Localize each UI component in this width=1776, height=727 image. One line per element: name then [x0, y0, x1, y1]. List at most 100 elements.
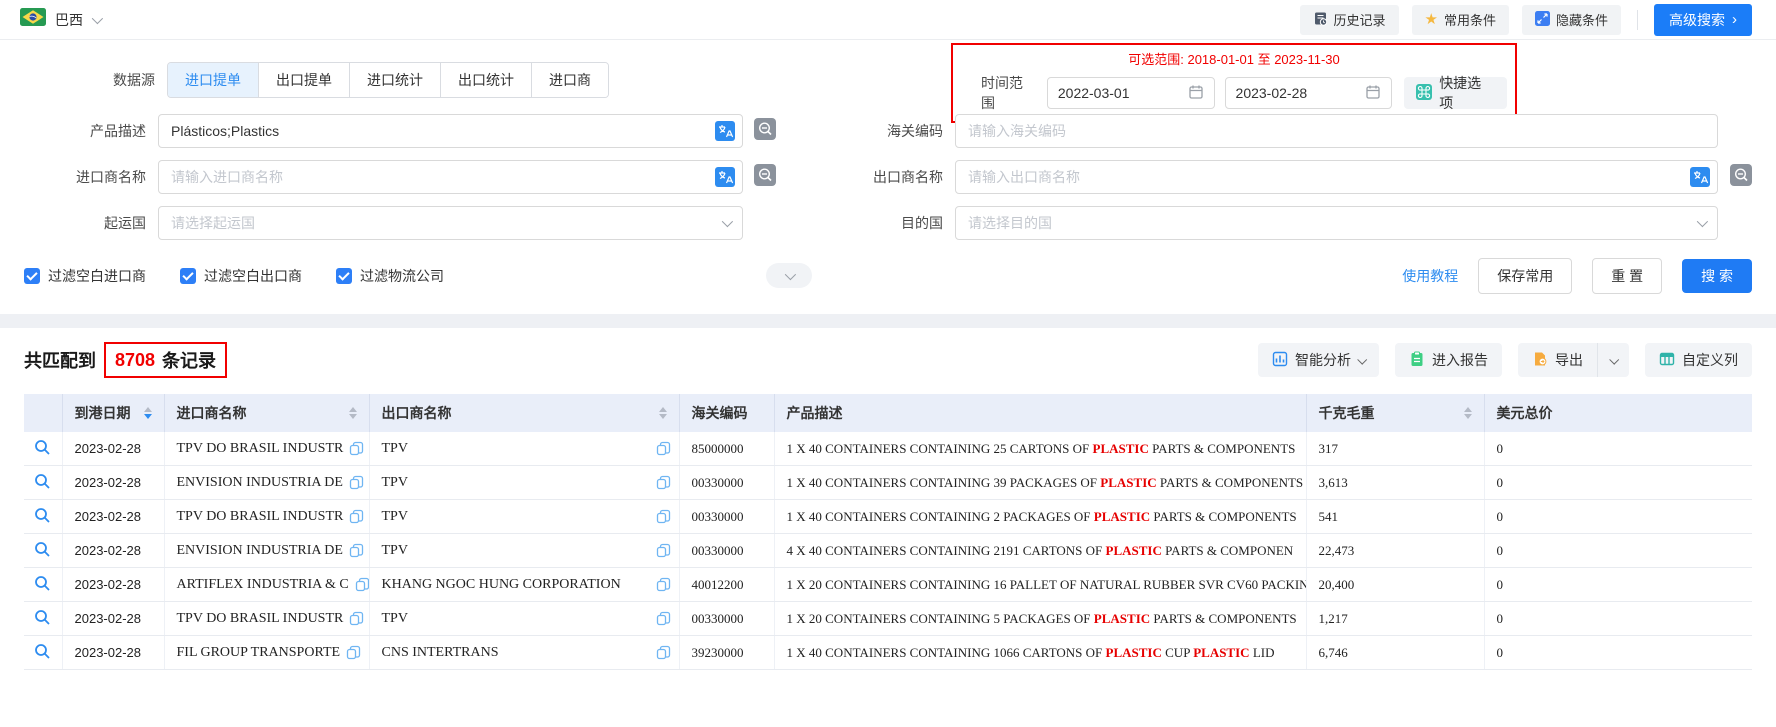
row-detail-search-icon[interactable] [34, 541, 51, 558]
cell-exporter: TPV [381, 508, 408, 524]
hide-conditions-button[interactable]: 隐藏条件 [1521, 4, 1621, 35]
cell-arrival-date: 2023-02-28 [62, 533, 165, 568]
table-row: 2023-02-28 TPV DO BRASIL INDUSTR TPV 850… [24, 432, 1752, 466]
arrow-right-icon: › [1732, 11, 1737, 28]
country-selector[interactable]: 巴西 [20, 8, 104, 31]
sort-icon[interactable] [143, 407, 152, 419]
filter-logistics[interactable]: 过滤物流公司 [336, 266, 444, 286]
brazil-flag-icon [20, 8, 46, 31]
copy-icon[interactable] [656, 577, 671, 592]
copy-icon[interactable] [349, 543, 364, 558]
row-detail-search-icon[interactable] [34, 643, 51, 660]
reset-button[interactable]: 重 置 [1592, 258, 1663, 294]
search-panel: 数据源 进口提单 出口提单 进口统计 出口统计 进口商 可选范围: 2018-0… [0, 40, 1776, 328]
header-arrival-date[interactable]: 到港日期 [62, 394, 165, 432]
copy-icon[interactable] [349, 441, 364, 456]
filter-blank-importer[interactable]: 过滤空白进口商 [24, 266, 146, 286]
collapse-panel-button[interactable] [766, 263, 812, 288]
export-options-button[interactable] [1597, 343, 1629, 377]
copy-icon[interactable] [656, 509, 671, 524]
chevron-down-icon [1357, 354, 1368, 365]
copy-icon[interactable] [656, 645, 671, 660]
chevron-down-icon [91, 12, 104, 24]
checkbox-checked[interactable] [180, 268, 196, 284]
checkbox-checked[interactable] [24, 268, 40, 284]
cell-exporter: TPV [381, 440, 408, 456]
cell-arrival-date: 2023-02-28 [62, 635, 165, 670]
cell-description: 1 X 20 CONTAINERS CONTAINING 5 PACKAGES … [774, 601, 1307, 636]
available-range-text: 可选范围: 2018-01-01 至 2023-11-30 [1128, 52, 1340, 67]
tab-import-bol[interactable]: 进口提单 [168, 63, 258, 97]
cell-weight: 3,613 [1306, 465, 1485, 500]
quick-options-button[interactable]: 快捷选项 [1404, 75, 1507, 111]
datasource-label: 数据源 [113, 72, 155, 88]
cell-exporter: CNS INTERTRANS [381, 644, 499, 660]
advanced-search-button[interactable]: 高级搜索 › [1654, 3, 1752, 36]
copy-icon[interactable] [656, 441, 671, 456]
translate-icon[interactable] [715, 167, 735, 187]
origin-placeholder: 请选择起运国 [171, 215, 255, 231]
copy-icon[interactable] [355, 577, 368, 592]
filter-blank-exporter[interactable]: 过滤空白出口商 [180, 266, 302, 286]
count-annotation-box: 8708 条记录 [104, 342, 228, 378]
favorites-button[interactable]: ★ 常用条件 [1411, 4, 1509, 35]
table-row: 2023-02-28 TPV DO BRASIL INDUSTR TPV 003… [24, 499, 1752, 534]
tab-export-bol[interactable]: 出口提单 [258, 63, 349, 97]
row-detail-search-icon[interactable] [34, 575, 51, 592]
save-search-button[interactable]: 保存常用 [1478, 258, 1573, 294]
copy-icon[interactable] [349, 611, 364, 626]
sort-icon[interactable] [658, 407, 667, 419]
copy-icon[interactable] [656, 543, 671, 558]
copy-icon[interactable] [349, 475, 364, 490]
tab-importers[interactable]: 进口商 [531, 63, 608, 97]
exact-match-icon[interactable] [754, 117, 776, 145]
product-desc-input[interactable] [158, 114, 743, 148]
row-detail-search-icon[interactable] [34, 609, 51, 626]
match-count: 共匹配到 8708 条记录 [24, 342, 228, 378]
tab-export-stats[interactable]: 出口统计 [440, 63, 531, 97]
exact-match-icon[interactable] [1730, 163, 1752, 191]
custom-columns-button[interactable]: 自定义列 [1645, 343, 1752, 377]
filter-label: 过滤空白出口商 [204, 268, 302, 284]
checkbox-checked[interactable] [336, 268, 352, 284]
search-button[interactable]: 搜 索 [1682, 259, 1752, 293]
translate-icon[interactable] [1690, 167, 1710, 187]
cell-hs-code: 40012200 [679, 567, 775, 602]
smart-analysis-label: 智能分析 [1295, 352, 1351, 368]
sort-icon[interactable] [348, 407, 357, 419]
cell-description: 1 X 40 CONTAINERS CONTAINING 25 CARTONS … [774, 432, 1307, 466]
row-detail-search-icon[interactable] [34, 507, 51, 524]
copy-icon[interactable] [349, 509, 364, 524]
exact-match-icon[interactable] [754, 163, 776, 191]
header-weight[interactable]: 千克毛重 [1306, 394, 1485, 432]
enter-report-button[interactable]: 进入报告 [1395, 343, 1502, 377]
copy-icon[interactable] [656, 611, 671, 626]
copy-icon[interactable] [346, 645, 361, 660]
tab-import-stats[interactable]: 进口统计 [349, 63, 440, 97]
row-detail-search-icon[interactable] [34, 473, 51, 490]
panel-divider [0, 314, 1776, 328]
header-exporter[interactable]: 出口商名称 [369, 394, 680, 432]
exporter-input[interactable] [955, 160, 1718, 194]
count-number: 8708 [115, 349, 156, 370]
start-date-input[interactable]: 2022-03-01 [1046, 77, 1215, 109]
tutorial-link[interactable]: 使用教程 [1402, 266, 1458, 286]
end-date-input[interactable]: 2023-02-28 [1224, 77, 1393, 109]
sort-icon[interactable] [1463, 407, 1472, 419]
smart-analysis-button[interactable]: 智能分析 [1258, 343, 1379, 377]
copy-icon[interactable] [656, 475, 671, 490]
results-table: 到港日期 进口商名称 出口商名称 海关编码 产品描述 千克毛重 美元总价 202… [24, 394, 1752, 670]
origin-country-select[interactable]: 请选择起运国 [158, 206, 743, 240]
dest-country-select[interactable]: 请选择目的国 [955, 206, 1718, 240]
importer-input[interactable] [158, 160, 743, 194]
row-detail-search-icon[interactable] [34, 439, 51, 456]
cell-value-usd: 0 [1484, 635, 1752, 670]
hs-code-input[interactable] [955, 114, 1718, 148]
translate-icon[interactable] [715, 121, 735, 141]
table-row: 2023-02-28 ARTIFLEX INDUSTRIA & C KHANG … [24, 567, 1752, 602]
export-button[interactable]: 导出 [1518, 343, 1597, 377]
header-importer[interactable]: 进口商名称 [164, 394, 370, 432]
history-button[interactable]: 历史记录 [1299, 4, 1399, 35]
table-row: 2023-02-28 ENVISION INDUSTRIA DE TPV 003… [24, 465, 1752, 500]
report-clipboard-icon [1409, 351, 1425, 370]
